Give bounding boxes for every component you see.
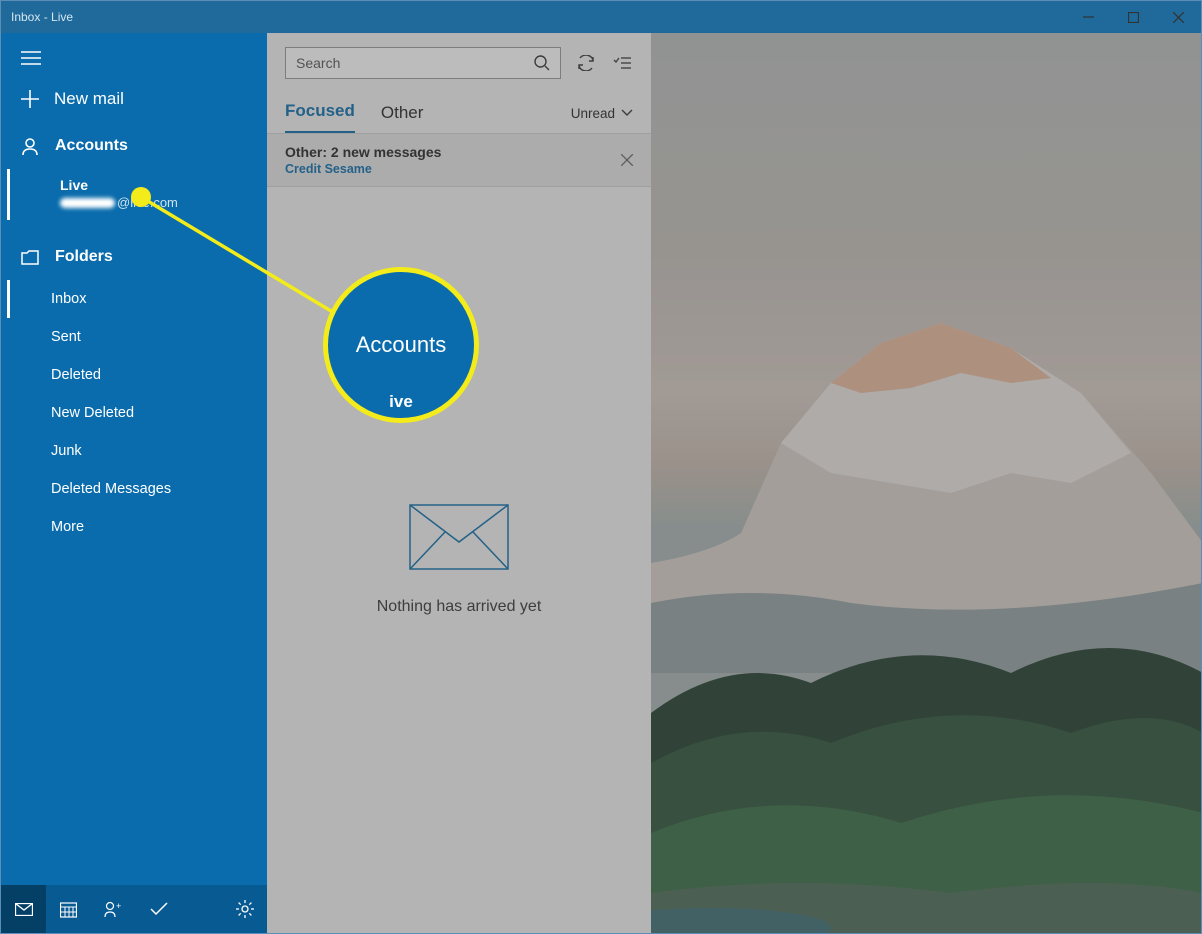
calendar-app-icon[interactable] [46,885,91,933]
reading-pane [651,33,1201,933]
envelope-icon [409,504,509,570]
folder-junk[interactable]: Junk [1,432,267,470]
annotation-circle: Accounts ive [323,267,479,423]
search-input[interactable]: Search [285,47,561,79]
minimize-button[interactable] [1066,1,1111,33]
sidebar-bottom-bar: + [1,885,267,933]
other-messages-banner[interactable]: Other: 2 new messages Credit Sesame [267,133,651,187]
tab-other[interactable]: Other [381,95,424,133]
sync-button[interactable] [575,55,597,71]
annotation-dot [131,187,151,207]
select-mode-button[interactable] [611,56,633,70]
folder-inbox[interactable]: Inbox [7,280,267,318]
maximize-button[interactable] [1111,1,1156,33]
plus-icon [21,90,39,108]
folder-icon [21,250,39,265]
close-icon[interactable] [621,154,633,166]
annotation-label: Accounts [356,332,447,358]
folders-label: Folders [55,248,113,266]
accounts-header[interactable]: Accounts [1,123,267,169]
filter-dropdown[interactable]: Unread [571,106,633,121]
window-title: Inbox - Live [11,10,73,24]
sidebar: New mail Accounts Live @live.com Folders… [1,33,267,933]
todo-app-icon[interactable] [136,885,181,933]
empty-text: Nothing has arrived yet [377,598,542,616]
close-button[interactable] [1156,1,1201,33]
search-icon [534,55,550,71]
folders-header[interactable]: Folders [1,234,267,280]
chevron-down-icon [621,109,633,117]
folder-more[interactable]: More [1,508,267,546]
svg-text:+: + [116,901,121,911]
new-mail-label: New mail [54,89,124,109]
account-name: Live [60,177,267,193]
new-mail-button[interactable]: New mail [1,75,267,123]
folder-deleted[interactable]: Deleted [1,356,267,394]
settings-icon[interactable] [222,885,267,933]
accounts-label: Accounts [55,137,128,155]
folder-sent[interactable]: Sent [1,318,267,356]
people-app-icon[interactable]: + [91,885,136,933]
folder-deleted-messages[interactable]: Deleted Messages [1,470,267,508]
banner-subtitle: Credit Sesame [285,162,441,176]
title-bar: Inbox - Live [1,1,1201,33]
search-placeholder: Search [296,55,340,71]
background-forest [651,533,1201,933]
mail-app-icon[interactable] [1,885,46,933]
message-list-pane: Search Focused Other Unread Other: 2 new… [267,33,651,933]
tab-focused[interactable]: Focused [285,93,355,133]
person-icon [21,137,39,155]
banner-title: Other: 2 new messages [285,144,441,160]
account-email: @live.com [60,195,267,210]
window-controls [1066,1,1201,33]
folder-new-deleted[interactable]: New Deleted [1,394,267,432]
hamburger-button[interactable] [1,33,267,75]
annotation-sub: ive [389,392,413,412]
